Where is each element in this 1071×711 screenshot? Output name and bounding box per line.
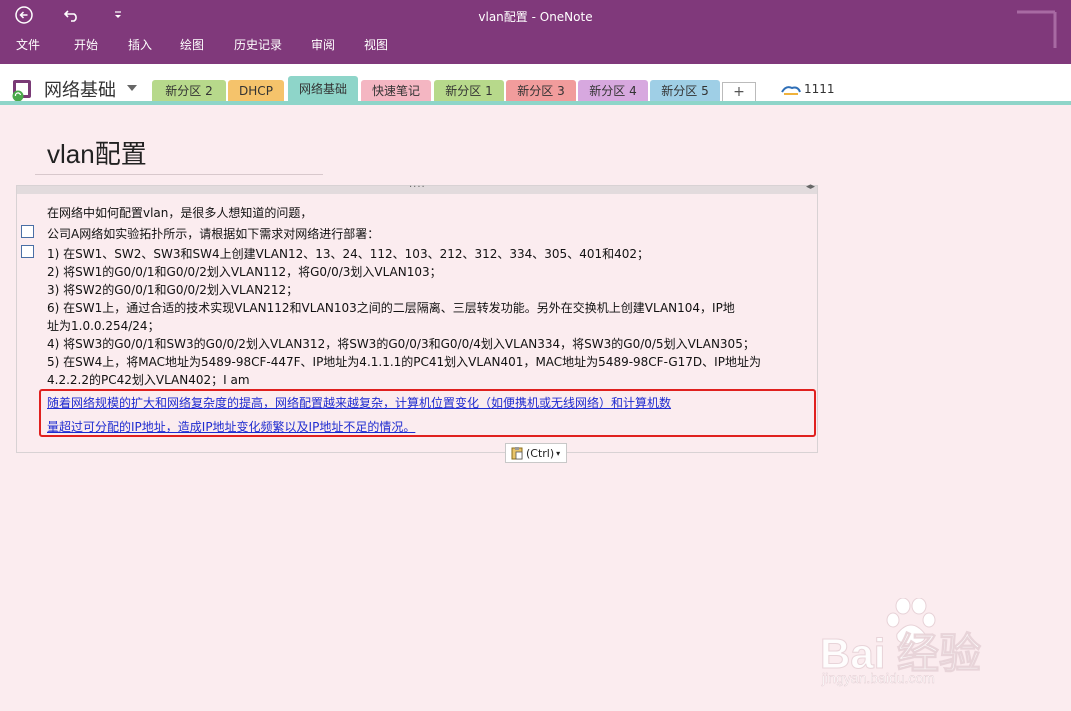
tab-label: 新分区 2 [165,84,213,98]
resize-handle-icon[interactable]: ◂▸ [806,182,815,192]
paste-options-label: (Ctrl) [526,446,555,460]
note-line[interactable]: 2) 将SW1的G0/0/1和G0/0/2划入VLAN112，将G0/0/3划入… [47,263,442,280]
note-line[interactable]: 在网络中如何配置vlan，是很多人想知道的问题， [47,204,312,221]
menu-insert[interactable]: 插入 [128,36,152,53]
menu-home[interactable]: 开始 [74,36,98,53]
note-line[interactable]: 1) 在SW1、SW2、SW3和SW4上创建VLAN12、13、24、112、1… [47,245,649,262]
linked-text-line[interactable]: 随着网络规模的扩大和网络复杂度的提高，网络配置越来越复杂，计算机位置变化（如便携… [47,394,671,411]
note-line[interactable]: 4) 将SW3的G0/0/1和SW3的G0/0/2划入VLAN312，将SW3的… [47,335,755,352]
tab-dhcp[interactable]: DHCP [228,80,284,102]
menu-file[interactable]: 文件 [16,36,40,53]
title-bar: vlan配置 - OneNote 文件 开始 插入 绘图 历史记录 审阅 视图 [0,0,1071,64]
note-line[interactable]: 址为1.0.0.254/24； [47,317,160,334]
tab-network-basics[interactable]: 网络基础 [288,76,358,103]
notebook-name[interactable]: 网络基础 [44,76,116,102]
todo-checkbox[interactable] [21,225,34,238]
drag-handle-icon[interactable]: ···· [409,182,426,193]
watermark-url: jingyan.baidu.com [822,670,935,686]
note-line[interactable]: 3) 将SW2的G0/0/1和G0/0/2划入VLAN212； [47,281,298,298]
expand-ribbon-icon[interactable] [1015,10,1059,50]
tab-label: DHCP [239,84,273,98]
tab-label: 网络基础 [298,82,347,96]
note-line[interactable]: 6) 在SW1上，通过合适的技术实现VLAN112和VLAN103之间的二层隔离… [47,299,735,316]
chevron-down-icon: ▾ [556,448,561,458]
note-line[interactable]: 5) 在SW4上，将MAC地址为5489-98CF-447F、IP地址为4.1.… [47,353,761,370]
clipboard-icon [511,447,523,460]
menu-view[interactable]: 视图 [364,36,388,53]
paste-options-button[interactable]: (Ctrl) ▾ [505,443,567,463]
tab-label: 新分区 5 [661,84,709,98]
todo-checkbox[interactable] [21,245,34,258]
linked-text-line[interactable]: 量超过可分配的IP地址，造成IP地址变化频繁以及IP地址不足的情况。 [47,418,415,435]
tab-label: 新分区 1 [445,84,493,98]
tab-new-section-2[interactable]: 新分区 2 [152,80,226,102]
tab-quick-notes[interactable]: 快速笔记 [361,80,431,102]
tab-new-section-5[interactable]: 新分区 5 [650,80,720,102]
window-title: vlan配置 - OneNote [478,10,593,24]
menu-draw[interactable]: 绘图 [180,36,204,53]
tab-new-section-3[interactable]: 新分区 3 [506,80,576,102]
chevron-down-icon[interactable] [126,84,138,92]
user-name[interactable]: 1111 [804,82,835,96]
tab-label: 新分区 4 [589,84,637,98]
add-section-button[interactable]: + [722,82,756,101]
title-divider [35,174,323,175]
tab-new-section-4[interactable]: 新分区 4 [578,80,648,102]
note-line[interactable]: 4.2.2.2的PC42划入VLAN402；I am [47,371,250,388]
menu-review[interactable]: 审阅 [311,36,335,53]
tab-label: 新分区 3 [517,84,565,98]
notebook-sync-icon [12,80,31,102]
tab-new-section-1[interactable]: 新分区 1 [434,80,504,102]
tab-label: 快速笔记 [371,84,420,98]
section-color-strip [0,101,1071,105]
page-title[interactable]: vlan配置 [47,134,147,171]
sync-status-icon[interactable] [780,82,802,96]
menu-history[interactable]: 历史记录 [234,36,282,53]
note-line[interactable]: 公司A网络如实验拓扑所示，请根据如下需求对网络进行部署： [47,225,379,242]
